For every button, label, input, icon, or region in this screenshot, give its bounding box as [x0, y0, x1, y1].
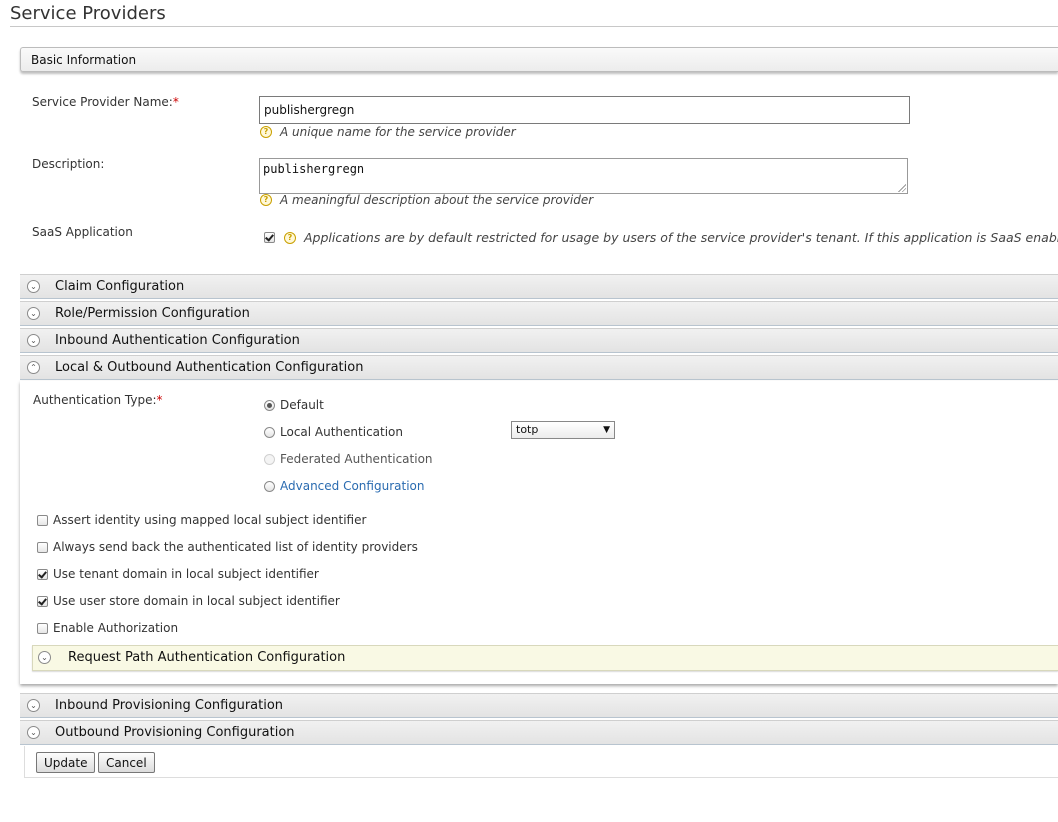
dropdown-arrow-icon: ▼	[603, 425, 610, 435]
required-mark: *	[172, 95, 179, 109]
auth-type-default-option[interactable]: Default	[264, 398, 324, 412]
inbound-provisioning-configuration-section[interactable]: ⌄ Inbound Provisioning Configuration	[20, 693, 1058, 718]
advanced-configuration-link[interactable]: Advanced Configuration	[280, 479, 424, 493]
always-send-idp-list-label: Always send back the authenticated list …	[53, 540, 418, 554]
auth-type-federated-radio[interactable]	[264, 453, 275, 465]
textarea-resize-handle[interactable]	[898, 184, 906, 192]
inbound-authentication-configuration-title: Inbound Authentication Configuration	[55, 333, 300, 348]
assert-identity-checkbox[interactable]	[37, 514, 48, 526]
role-permission-configuration-section[interactable]: ⌄ Role/Permission Configuration	[20, 301, 1058, 326]
description-textarea[interactable]: publishergregn	[259, 158, 908, 194]
local-outbound-authentication-configuration-section[interactable]: ⌃ Local & Outbound Authentication Config…	[20, 355, 1058, 380]
enable-authorization-option[interactable]: Enable Authorization	[37, 621, 178, 635]
use-tenant-domain-label: Use tenant domain in local subject ident…	[53, 567, 319, 581]
authentication-type-label-text: Authentication Type:	[33, 393, 157, 407]
auth-type-advanced-radio[interactable]	[264, 480, 275, 492]
role-permission-configuration-title: Role/Permission Configuration	[55, 306, 250, 321]
service-provider-name-help-text: A unique name for the service provider	[280, 125, 516, 139]
auth-type-local-label: Local Authentication	[280, 425, 404, 439]
use-userstore-domain-label: Use user store domain in local subject i…	[53, 594, 340, 608]
chevron-down-icon: ⌄	[27, 307, 40, 320]
chevron-down-icon: ⌄	[38, 651, 51, 664]
saas-application-row: ? Applications are by default restricted…	[264, 230, 1058, 245]
assert-identity-option[interactable]: Assert identity using mapped local subje…	[37, 513, 366, 527]
basic-information-header[interactable]: Basic Information	[20, 47, 1058, 72]
auth-type-local-radio[interactable]	[264, 426, 275, 438]
saas-application-label: SaaS Application	[32, 225, 133, 239]
auth-type-advanced-option[interactable]: Advanced Configuration	[264, 479, 424, 493]
chevron-down-icon: ⌄	[27, 334, 40, 347]
description-label: Description:	[32, 157, 105, 171]
request-path-authentication-title: Request Path Authentication Configuratio…	[68, 650, 346, 665]
chevron-down-icon: ⌄	[27, 699, 40, 712]
use-userstore-domain-option[interactable]: Use user store domain in local subject i…	[37, 594, 340, 608]
claim-configuration-title: Claim Configuration	[55, 279, 185, 294]
local-outbound-authentication-configuration-title: Local & Outbound Authentication Configur…	[55, 360, 364, 375]
service-provider-name-label-text: Service Provider Name:	[32, 95, 173, 109]
local-authenticator-select-value: totp	[516, 423, 539, 436]
service-provider-name-label: Service Provider Name:*	[32, 95, 179, 109]
use-tenant-domain-option[interactable]: Use tenant domain in local subject ident…	[37, 567, 319, 581]
chevron-down-icon: ⌄	[27, 726, 40, 739]
help-icon: ?	[284, 231, 296, 244]
auth-type-default-label: Default	[280, 398, 324, 412]
saas-application-checkbox[interactable]	[264, 232, 275, 243]
help-icon: ?	[260, 126, 272, 138]
service-provider-name-input[interactable]	[259, 96, 910, 124]
required-mark: *	[156, 393, 163, 407]
auth-type-default-radio[interactable]	[264, 399, 275, 411]
description-help: ? A meaningful description about the ser…	[260, 193, 593, 207]
service-provider-name-help: ? A unique name for the service provider	[260, 125, 516, 139]
description-help-text: A meaningful description about the servi…	[280, 193, 594, 207]
local-authenticator-select[interactable]: totp ▼	[511, 421, 615, 439]
title-divider	[10, 26, 1058, 27]
always-send-idp-list-checkbox[interactable]	[37, 541, 48, 553]
chevron-down-icon: ⌄	[27, 280, 40, 293]
update-button[interactable]: Update	[36, 752, 96, 773]
page-title: Service Providers	[10, 3, 166, 24]
outbound-provisioning-configuration-title: Outbound Provisioning Configuration	[55, 725, 295, 740]
request-path-authentication-section[interactable]: ⌄ Request Path Authentication Configurat…	[32, 645, 1058, 671]
outbound-provisioning-configuration-section[interactable]: ⌄ Outbound Provisioning Configuration	[20, 720, 1058, 745]
authentication-type-label: Authentication Type:*	[33, 393, 163, 407]
inbound-authentication-configuration-section[interactable]: ⌄ Inbound Authentication Configuration	[20, 328, 1058, 353]
cancel-button[interactable]: Cancel	[98, 752, 155, 773]
enable-authorization-label: Enable Authorization	[53, 621, 179, 635]
auth-type-federated-label: Federated Authentication	[280, 452, 433, 466]
chevron-up-icon: ⌃	[27, 361, 40, 374]
button-bar	[24, 746, 1058, 778]
auth-type-federated-option[interactable]: Federated Authentication	[264, 452, 433, 466]
enable-authorization-checkbox[interactable]	[37, 622, 48, 634]
inbound-provisioning-configuration-title: Inbound Provisioning Configuration	[55, 698, 284, 713]
use-userstore-domain-checkbox[interactable]	[37, 595, 48, 607]
claim-configuration-section[interactable]: ⌄ Claim Configuration	[20, 274, 1058, 299]
always-send-idp-list-option[interactable]: Always send back the authenticated list …	[37, 540, 418, 554]
auth-type-local-option[interactable]: Local Authentication	[264, 425, 403, 439]
saas-application-help-text: Applications are by default restricted f…	[304, 230, 1058, 245]
use-tenant-domain-checkbox[interactable]	[37, 568, 48, 580]
assert-identity-label: Assert identity using mapped local subje…	[53, 513, 367, 527]
help-icon: ?	[260, 194, 272, 206]
